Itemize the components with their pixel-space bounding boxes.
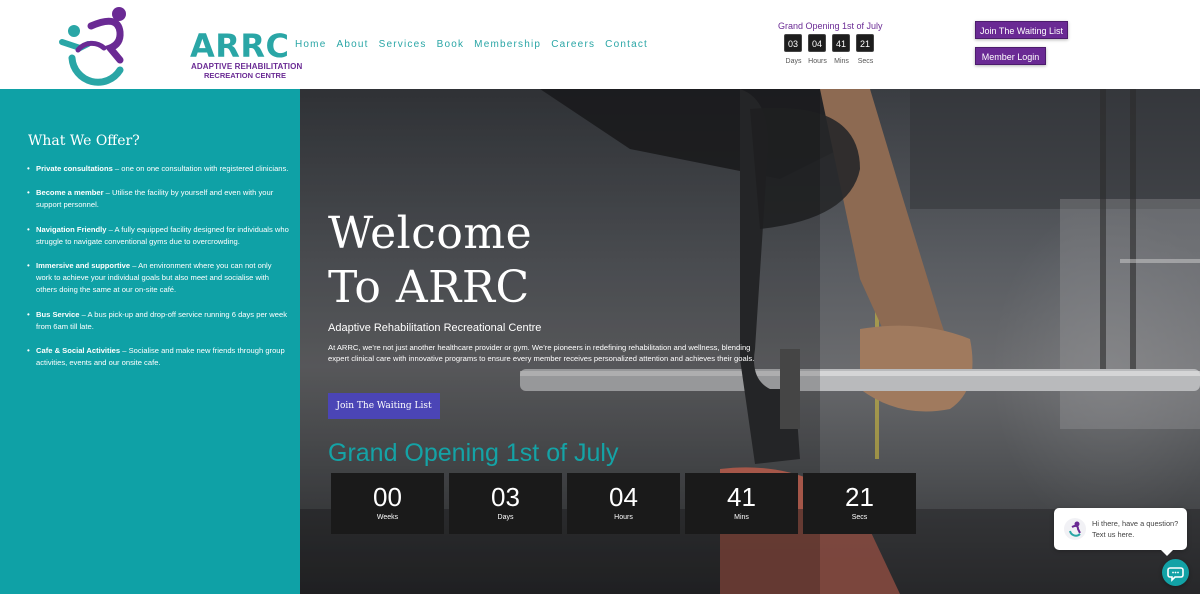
- countdown-value: 03: [491, 482, 520, 512]
- hero-join-waiting-list-button[interactable]: Join The Waiting List: [328, 393, 440, 419]
- grand-opening-title: Grand Opening 1st of July: [328, 439, 619, 467]
- countdown-label: Secs: [857, 58, 874, 65]
- offer-sidebar: What We Offer? Private consultations – o…: [0, 89, 300, 594]
- countdown-days: 03 Days: [784, 34, 803, 65]
- header-countdown-title: Grand Opening 1st of July: [778, 21, 883, 31]
- offer-item: Navigation Friendly – A fully equipped f…: [27, 224, 289, 248]
- nav-services[interactable]: Services: [379, 39, 427, 51]
- wheelchair-figure-icon: [59, 7, 126, 86]
- offer-item-title: Navigation Friendly: [36, 224, 107, 234]
- chat-launcher-button[interactable]: [1162, 559, 1189, 586]
- countdown-secs: 21 Secs: [803, 473, 916, 534]
- offer-item: Become a member – Utilise the facility b…: [27, 187, 289, 211]
- countdown-label: Secs: [851, 514, 868, 521]
- nav-membership[interactable]: Membership: [474, 39, 541, 51]
- countdown-value: 04: [609, 482, 638, 512]
- offer-item: Immersive and supportive – An environmen…: [27, 260, 289, 297]
- logo-subtitle: ADAPTIVE REHABILITATION: [191, 62, 303, 71]
- offer-title: What We Offer?: [28, 133, 140, 149]
- nav-home[interactable]: Home: [295, 39, 326, 51]
- countdown-value: 03: [784, 34, 802, 52]
- logo[interactable]: ARRC ADAPTIVE REHABILITATION RECREATION …: [58, 4, 302, 86]
- countdown-label: Weeks: [376, 514, 399, 521]
- countdown-value: 21: [845, 482, 874, 512]
- member-login-button[interactable]: Member Login: [975, 47, 1046, 65]
- nav-careers[interactable]: Careers: [551, 39, 595, 51]
- site-header: ARRC ADAPTIVE REHABILITATION RECREATION …: [0, 0, 1200, 89]
- hero-subheading: Adaptive Rehabilitation Recreational Cen…: [328, 322, 542, 334]
- countdown-days: 03 Days: [449, 473, 562, 534]
- countdown-value: 21: [856, 34, 874, 52]
- countdown-label: Days: [497, 514, 514, 521]
- chat-icon: [1167, 567, 1184, 582]
- logo-subtitle: RECREATION CENTRE: [204, 71, 286, 80]
- offer-item: Bus Service – A bus pick-up and drop-off…: [27, 309, 289, 333]
- main-nav: Home About Services Book Membership Care…: [295, 39, 658, 51]
- offer-item-title: Cafe & Social Activities: [36, 346, 121, 356]
- chat-avatar-icon: [1064, 518, 1086, 540]
- countdown-value: 41: [727, 482, 756, 512]
- chat-prompt-bubble[interactable]: Hi there, have a question? Text us here.: [1054, 508, 1187, 556]
- offer-item: Private consultations – one on one consu…: [27, 163, 289, 175]
- offer-item-title: Become a member: [36, 188, 104, 198]
- countdown-hours: 04 Hours: [808, 34, 827, 65]
- countdown-weeks: 00 Weeks: [331, 473, 444, 534]
- hero-heading: Welcome To ARRC: [328, 208, 533, 313]
- chat-prompt-text: Hi there, have a question? Text us here.: [1092, 519, 1179, 539]
- countdown-label: Mins: [834, 58, 849, 65]
- offer-list: Private consultations – one on one consu…: [27, 163, 289, 381]
- countdown-value: 00: [373, 482, 402, 512]
- offer-item-title: Bus Service: [36, 309, 80, 319]
- countdown-label: Days: [785, 58, 802, 65]
- offer-item-title: Private consultations: [36, 164, 113, 173]
- offer-item-text: – one on one consultation with registere…: [112, 164, 289, 173]
- countdown-label: Mins: [734, 514, 749, 521]
- nav-about[interactable]: About: [336, 39, 368, 51]
- countdown-value: 41: [832, 34, 850, 52]
- countdown-label: Hours: [614, 514, 633, 521]
- join-waiting-list-button[interactable]: Join The Waiting List: [975, 21, 1068, 39]
- offer-item-title: Immersive and supportive: [36, 261, 131, 271]
- countdown-mins: 41 Mins: [685, 473, 798, 534]
- countdown-value: 04: [808, 34, 826, 52]
- countdown-mins: 41 Mins: [832, 34, 851, 65]
- hero-description: At ARRC, we’re not just another healthca…: [328, 343, 755, 364]
- hero-countdown: 00 Weeks 03 Days 04 Hours 41 Mins 21 Sec…: [331, 473, 916, 534]
- countdown-label: Hours: [808, 58, 827, 65]
- logo-wordmark: ARRC: [190, 27, 290, 65]
- countdown-secs: 21 Secs: [856, 34, 875, 65]
- offer-item: Cafe & Social Activities – Socialise and…: [27, 345, 289, 369]
- nav-contact[interactable]: Contact: [605, 39, 648, 51]
- nav-book[interactable]: Book: [437, 39, 465, 51]
- countdown-hours: 04 Hours: [567, 473, 680, 534]
